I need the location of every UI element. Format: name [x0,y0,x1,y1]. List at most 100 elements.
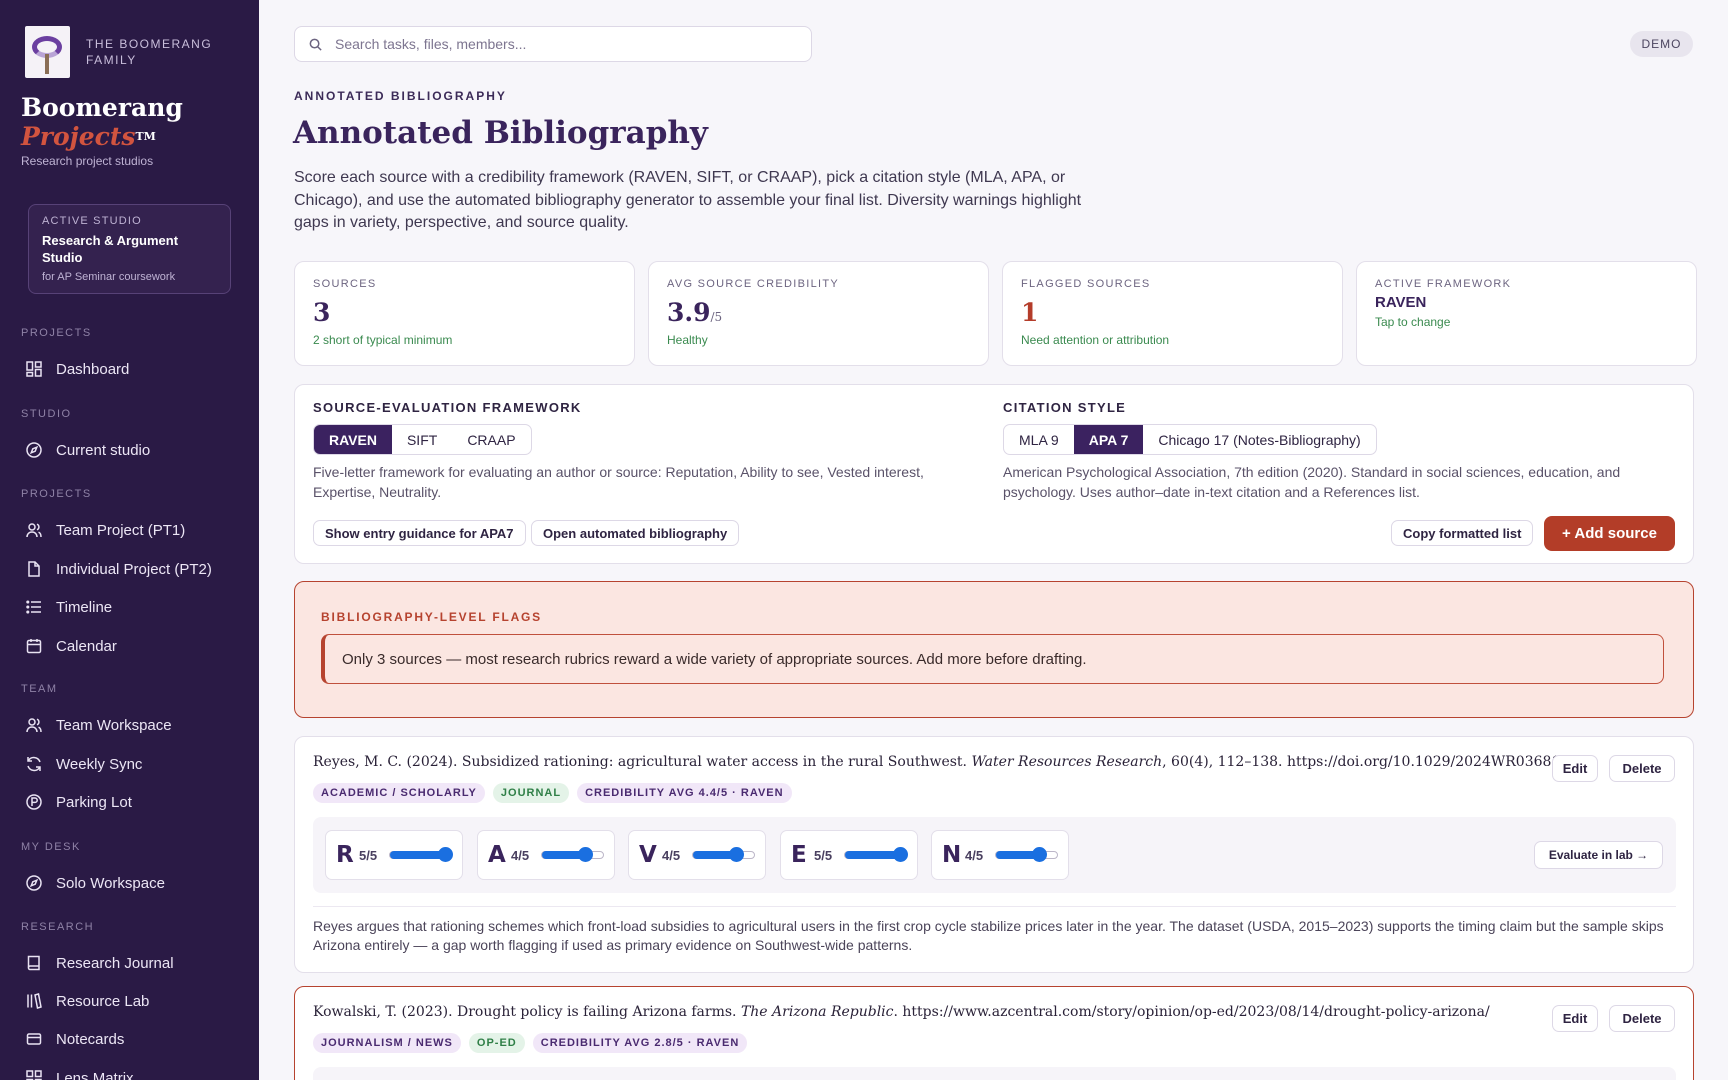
sidebar-item-weekly-sync[interactable]: Weekly Sync [25,755,142,773]
brand-row: THE BOOMERANG FAMILY [25,26,216,78]
flags-label: BIBLIOGRAPHY-LEVEL FLAGS [321,610,542,624]
studio-subtitle: for AP Seminar coursework [42,271,176,283]
file-icon [28,561,40,577]
score-slider[interactable] [995,847,1058,862]
section-my-desk: MY DESK [21,841,81,853]
slider-handle[interactable] [438,847,453,862]
sidebar-item-individual-project[interactable]: Individual Project (PT2) [25,560,212,578]
citation-option-chicago[interactable]: Chicago 17 (Notes-Bibliography) [1143,425,1375,454]
family-label: THE BOOMERANG FAMILY [86,37,213,67]
sidebar-item-research-journal[interactable]: Research Journal [25,954,174,972]
slider-handle[interactable] [578,847,593,862]
tag-credibility: CREDIBILITY AVG 4.4/5 · RAVEN [577,783,792,803]
framework-option-raven[interactable]: RAVEN [314,425,392,454]
citation-style-description: American Psychological Association, 7th … [1003,464,1621,500]
stat-label: SOURCES [313,278,377,290]
sidebar-item-label: Timeline [56,598,113,616]
slider-handle[interactable] [893,847,908,862]
list-icon [26,600,41,614]
sidebar: THE BOOMERANG FAMILY Boomerang ProjectsT… [0,0,259,1080]
stat-sources: SOURCES 3 2 short of typical minimum [294,261,635,366]
edit-button[interactable]: Edit [1552,1005,1598,1032]
users-icon [26,523,42,538]
raven-score-bar: R 5/5 A 4/5 V 4/5 E 5/5 N 4/5 Evaluate i… [313,817,1676,893]
stat-value: 3.9/5 [667,298,723,327]
sidebar-item-parking-lot[interactable]: Parking Lot [25,793,132,811]
framework-description: Five-letter framework for evaluating an … [313,464,924,500]
copy-formatted-list-button[interactable]: Copy formatted list [1391,520,1534,546]
tag-type: JOURNAL [492,783,570,803]
boomerang-logo[interactable] [25,26,70,78]
sidebar-item-label: Lens Matrix [56,1069,134,1080]
citation-style-selector: MLA 9 APA 7 Chicago 17 (Notes-Bibliograp… [1003,424,1377,455]
sidebar-item-label: Solo Workspace [56,874,165,892]
entry-guidance-button[interactable]: Show entry guidance for APA7 [313,520,526,546]
stat-value: RAVEN [1375,294,1427,311]
tag-category: JOURNALISM / NEWS [313,1033,461,1053]
score-slider[interactable] [844,847,908,862]
search-bar[interactable] [294,26,812,62]
sidebar-item-label: Current studio [56,441,151,459]
sidebar-item-resource-lab[interactable]: Resource Lab [25,992,149,1010]
refresh-icon [27,756,41,772]
sidebar-item-label: Notecards [56,1030,125,1048]
sidebar-item-timeline[interactable]: Timeline [25,598,112,616]
sidebar-item-calendar[interactable]: Calendar [25,637,117,655]
sidebar-item-notecards[interactable]: Notecards [25,1030,124,1048]
framework-option-craap[interactable]: CRAAP [452,425,530,454]
section-research: RESEARCH [21,921,95,933]
slider-handle[interactable] [729,847,744,862]
score-letter: N [942,842,962,868]
delete-button[interactable]: Delete [1609,755,1675,782]
source-citation: Reyes, M. C. (2024). Subsidized rationin… [313,754,1570,770]
source-annotation: Reyes argues that rationing schemes whic… [313,906,1676,955]
sidebar-item-team-project[interactable]: Team Project (PT1) [25,521,185,539]
citation-style-label: CITATION STYLE [1003,400,1127,415]
sidebar-item-solo-workspace[interactable]: Solo Workspace [25,874,165,892]
score-letter: V [639,842,657,868]
sidebar-item-lens-matrix[interactable]: Lens Matrix [25,1069,134,1080]
sidebar-item-current-studio[interactable]: Current studio [25,441,150,459]
source-card: Reyes, M. C. (2024). Subsidized rationin… [294,736,1694,973]
evaluate-in-lab-button[interactable]: Evaluate in lab → [1534,841,1663,869]
score-slider[interactable] [541,847,604,862]
section-studio: STUDIO [21,408,72,420]
source-journal: The Arizona Republic [740,1004,894,1020]
sidebar-item-label: Parking Lot [56,793,132,811]
sidebar-item-team-workspace[interactable]: Team Workspace [25,716,172,734]
score-fraction: 4/5 [965,847,984,863]
citation-option-mla[interactable]: MLA 9 [1004,425,1074,454]
studio-title: Research & Argument Studio [42,233,179,265]
score-fraction: 5/5 [814,847,833,863]
score-r: R 5/5 [325,830,463,880]
wordmark-line1: Boomerang [21,93,183,122]
tag-category: ACADEMIC / SCHOLARLY [313,783,485,803]
grid-icon [26,361,42,377]
framework-label: SOURCE-EVALUATION FRAMEWORK [313,400,582,415]
add-source-button[interactable]: + Add source [1544,516,1675,551]
edit-button[interactable]: Edit [1552,755,1598,782]
stat-label: FLAGGED SOURCES [1021,278,1151,290]
stat-framework[interactable]: ACTIVE FRAMEWORK RAVEN Tap to change [1356,261,1697,366]
stat-note: Healthy [667,333,708,347]
citation-option-apa[interactable]: APA 7 [1073,425,1144,454]
active-studio-card[interactable]: ACTIVE STUDIO Research & Argument Studio… [28,204,231,294]
automated-bibliography-button[interactable]: Open automated bibliography [531,520,740,546]
score-e: E 5/5 [780,830,918,880]
search-input[interactable] [335,36,775,52]
score-fraction: 4/5 [511,847,530,863]
delete-button[interactable]: Delete [1609,1005,1675,1032]
score-slider[interactable] [389,847,453,862]
tag-type: OP-ED [468,1033,525,1053]
stat-unit: /5 [710,310,723,324]
stat-flagged: FLAGGED SOURCES 1 Need attention or attr… [1002,261,1343,366]
framework-option-sift[interactable]: SIFT [392,425,452,454]
slider-handle[interactable] [1032,847,1047,862]
sidebar-item-label: Research Journal [56,954,174,972]
bibliography-flags: BIBLIOGRAPHY-LEVEL FLAGS Only 3 sources … [294,581,1694,718]
sidebar-item-dashboard[interactable]: Dashboard [25,360,129,378]
score-slider[interactable] [692,847,755,862]
sidebar-item-label: Weekly Sync [56,755,143,773]
stat-label: AVG SOURCE CREDIBILITY [667,278,840,290]
source-journal: Water Resources Research [971,754,1163,770]
